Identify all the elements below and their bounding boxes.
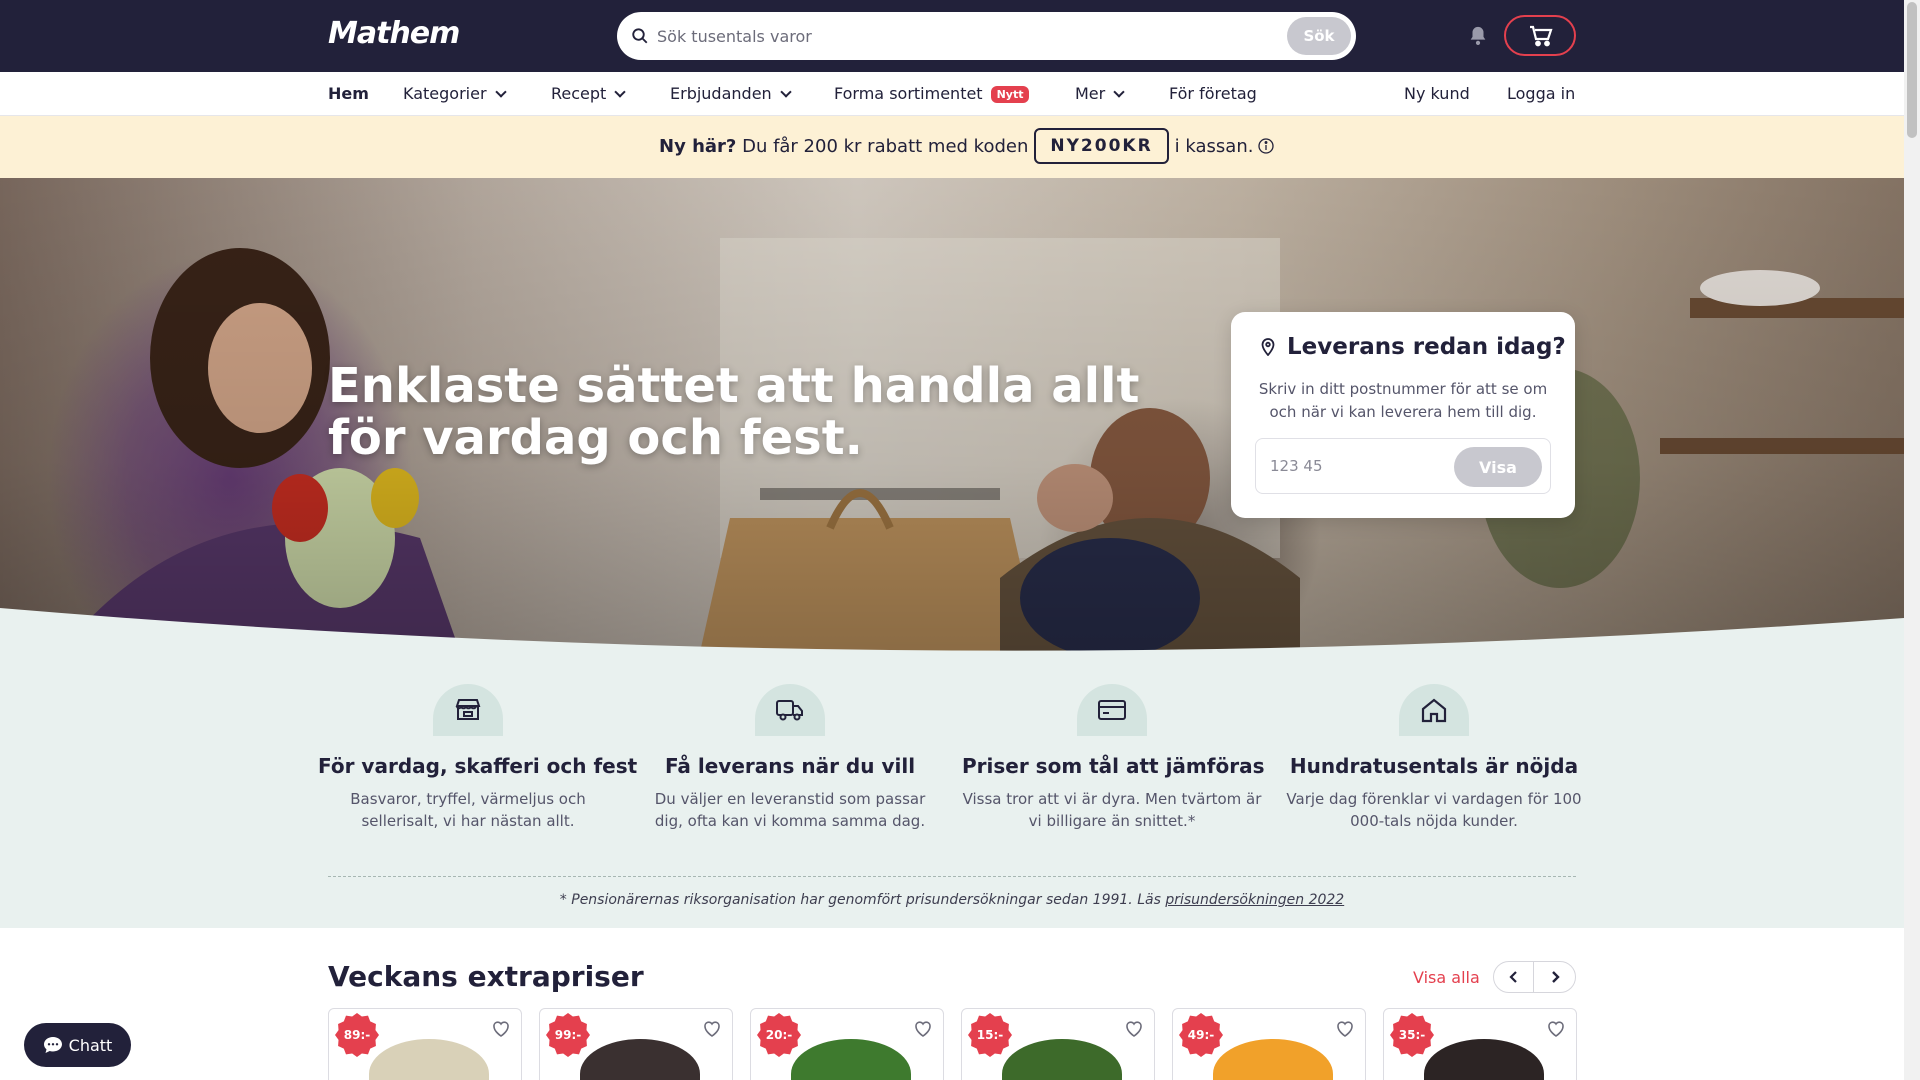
product-card[interactable]: 35:- xyxy=(1383,1008,1577,1080)
new-badge: Nytt xyxy=(990,86,1030,103)
truck-icon xyxy=(755,684,825,736)
price-badge: 15:- xyxy=(968,1013,1012,1057)
chevron-down-icon xyxy=(614,86,626,98)
nav-item-hem[interactable]: Hem xyxy=(328,84,369,103)
store-icon xyxy=(433,684,503,736)
heart-icon[interactable] xyxy=(702,1019,722,1039)
hero-title: Enklaste sättet att handla allt för vard… xyxy=(328,358,1140,466)
cart-icon xyxy=(1530,25,1553,47)
promo-banner: Ny här? Du får 200 kr rabatt med koden N… xyxy=(0,116,1904,178)
cart-button[interactable] xyxy=(1504,15,1576,56)
promo-lead: Ny här? xyxy=(659,135,737,157)
heart-icon[interactable] xyxy=(1546,1019,1566,1039)
chevron-right-icon xyxy=(1552,971,1560,983)
nav-item-for-foretag[interactable]: För företag xyxy=(1169,84,1257,103)
nav-item-mer[interactable]: Mer xyxy=(1075,84,1125,103)
show-delivery-button[interactable]: Visa xyxy=(1454,447,1542,487)
product-card[interactable]: 99:- xyxy=(539,1008,733,1080)
nav-item-kategorier[interactable]: Kategorier xyxy=(403,84,507,103)
view-all-link[interactable]: Visa alla xyxy=(1413,968,1480,987)
usp-item: Hundratusentals är nöjda Varje dag fören… xyxy=(1284,684,1584,832)
product-image[interactable] xyxy=(791,1039,911,1080)
carousel-next-button[interactable] xyxy=(1535,962,1575,992)
price-badge: 20:- xyxy=(757,1013,801,1057)
nav-item-erbjudanden[interactable]: Erbjudanden xyxy=(670,84,792,103)
carousel-prev-button[interactable] xyxy=(1494,962,1534,992)
product-image[interactable] xyxy=(369,1039,489,1080)
product-card[interactable]: 49:- xyxy=(1172,1008,1366,1080)
divider xyxy=(328,876,1576,877)
chevron-down-icon xyxy=(780,86,792,98)
search-icon xyxy=(632,28,648,44)
heart-icon[interactable] xyxy=(1124,1019,1144,1039)
promo-text: Du får 200 kr rabatt med koden xyxy=(742,135,1029,157)
search-input[interactable] xyxy=(657,12,1257,60)
price-badge: 35:- xyxy=(1390,1013,1434,1057)
chevron-down-icon xyxy=(494,86,507,98)
home-icon xyxy=(1399,684,1469,736)
heart-icon[interactable] xyxy=(1335,1019,1355,1039)
info-icon[interactable] xyxy=(1258,138,1275,154)
product-image[interactable] xyxy=(580,1039,700,1080)
logo[interactable]: Mathem xyxy=(328,16,460,51)
search-bar: Sök xyxy=(617,12,1356,60)
usp-item: Få leverans när du vill Du väljer en lev… xyxy=(640,684,940,832)
product-card[interactable]: 89:- xyxy=(328,1008,522,1080)
nav-item-recept[interactable]: Recept xyxy=(551,84,626,103)
delivery-check-card: Leverans redan idag? Skriv in ditt postn… xyxy=(1231,312,1575,518)
nav-item-logga-in[interactable]: Logga in xyxy=(1507,84,1575,103)
scrollbar[interactable] xyxy=(1904,0,1920,1080)
hero-banner: Enklaste sättet att handla allt för vard… xyxy=(0,178,1904,652)
product-image[interactable] xyxy=(1213,1039,1333,1080)
nav-item-forma-sortimentet[interactable]: Forma sortimentet Nytt xyxy=(834,84,1030,104)
chat-button[interactable]: Chatt xyxy=(24,1023,131,1067)
promo-tail: i kassan. xyxy=(1174,135,1254,157)
postcode-input[interactable] xyxy=(1270,439,1450,493)
wallet-icon xyxy=(1077,684,1147,736)
product-image[interactable] xyxy=(1424,1039,1544,1080)
product-card[interactable]: 20:- xyxy=(750,1008,944,1080)
nav-item-ny-kund[interactable]: Ny kund xyxy=(1404,84,1470,103)
chevron-down-icon xyxy=(1113,86,1125,98)
usp-item: Priser som tål att jämföras Vissa tror a… xyxy=(962,684,1264,832)
usp-item: För vardag, skafferi och fest Basvaror, … xyxy=(318,684,637,832)
section-title: Veckans extrapriser xyxy=(328,960,644,993)
delivery-title: Leverans redan idag? xyxy=(1261,334,1566,360)
product-card[interactable]: 15:- xyxy=(961,1008,1155,1080)
search-button[interactable]: Sök xyxy=(1287,17,1351,55)
chat-bubble-icon xyxy=(43,1037,62,1053)
chevron-left-icon xyxy=(1508,971,1517,983)
price-badge: 89:- xyxy=(335,1013,379,1057)
hero-wave xyxy=(0,608,1904,652)
price-badge: 49:- xyxy=(1179,1013,1223,1057)
heart-icon[interactable] xyxy=(491,1019,511,1039)
bell-icon[interactable] xyxy=(1467,24,1489,48)
scrollbar-thumb[interactable] xyxy=(1907,2,1917,138)
delivery-text: Skriv in ditt postnummer för att se om o… xyxy=(1258,380,1548,421)
main-nav: Hem Kategorier Recept Erbjudanden Forma … xyxy=(0,72,1904,116)
location-pin-icon xyxy=(1261,338,1275,356)
promo-content: Ny här? Du får 200 kr rabatt med koden N… xyxy=(659,128,1275,164)
price-badge: 99:- xyxy=(546,1013,590,1057)
product-image[interactable] xyxy=(1002,1039,1122,1080)
postcode-field-wrap: Visa xyxy=(1255,438,1551,494)
top-bar: Mathem Sök xyxy=(0,0,1904,72)
heart-icon[interactable] xyxy=(913,1019,933,1039)
carousel-controls xyxy=(1493,961,1576,993)
price-footnote: * Pensionärernas riksorganisation har ge… xyxy=(559,892,1345,908)
promo-code[interactable]: NY200KR xyxy=(1034,128,1169,164)
survey-link[interactable]: prisundersökningen 2022 xyxy=(1165,892,1344,908)
usp-section: För vardag, skafferi och fest Basvaror, … xyxy=(0,652,1904,928)
